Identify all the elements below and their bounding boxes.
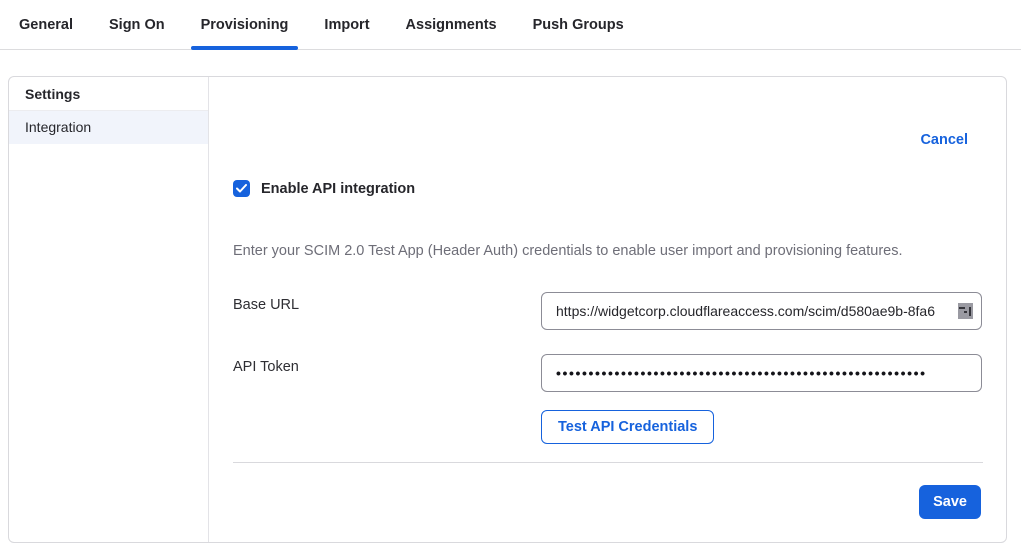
app-tab-bar: General Sign On Provisioning Import Assi… bbox=[0, 0, 1021, 50]
sidebar-header: Settings bbox=[9, 77, 208, 111]
integration-settings-main: Cancel Enable API integration Enter your… bbox=[209, 77, 1006, 542]
footer-divider bbox=[233, 462, 983, 463]
api-token-input-wrap bbox=[541, 354, 982, 392]
settings-sidebar: Settings Integration bbox=[9, 77, 209, 542]
test-api-credentials-button[interactable]: Test API Credentials bbox=[541, 410, 714, 444]
provisioning-panel: Settings Integration Cancel Enable API i… bbox=[8, 76, 1007, 543]
sidebar-item-integration[interactable]: Integration bbox=[9, 111, 208, 144]
api-token-input[interactable] bbox=[541, 354, 982, 392]
truncated-text-marker bbox=[958, 303, 973, 319]
cancel-link[interactable]: Cancel bbox=[920, 132, 968, 148]
tab-assignments[interactable]: Assignments bbox=[396, 17, 507, 49]
credentials-description: Enter your SCIM 2.0 Test App (Header Aut… bbox=[233, 241, 982, 261]
tab-push-groups[interactable]: Push Groups bbox=[523, 17, 634, 49]
base-url-input-wrap bbox=[541, 292, 982, 330]
enable-api-row: Enable API integration bbox=[233, 180, 415, 197]
enable-api-label: Enable API integration bbox=[261, 181, 415, 197]
enable-api-checkbox[interactable] bbox=[233, 180, 250, 197]
api-token-label: API Token bbox=[233, 359, 299, 375]
base-url-input[interactable] bbox=[541, 292, 982, 330]
tab-provisioning[interactable]: Provisioning bbox=[191, 17, 299, 49]
base-url-label: Base URL bbox=[233, 297, 299, 313]
tab-general[interactable]: General bbox=[9, 17, 83, 49]
save-button[interactable]: Save bbox=[919, 485, 981, 519]
tab-sign-on[interactable]: Sign On bbox=[99, 17, 175, 49]
check-icon bbox=[236, 184, 247, 193]
tab-import[interactable]: Import bbox=[314, 17, 379, 49]
